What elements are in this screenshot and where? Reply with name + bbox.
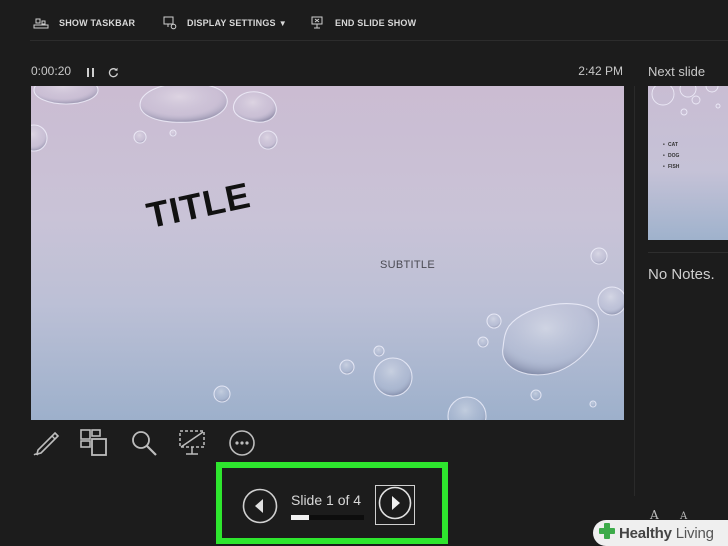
black-screen-button[interactable] (177, 428, 207, 463)
end-show-icon (311, 16, 325, 30)
watermark-text: Healthy Living (619, 525, 714, 542)
slide-progress-bar (291, 515, 364, 520)
watermark-brand-light: Living (675, 524, 714, 542)
display-settings-icon (163, 16, 177, 30)
more-options-icon (227, 428, 257, 463)
pause-icon[interactable] (86, 65, 95, 83)
end-slide-show-label: END SLIDE SHOW (335, 18, 417, 28)
show-taskbar-label: SHOW TASKBAR (59, 18, 136, 28)
display-settings-button[interactable]: DISPLAY SETTINGS ▼ (163, 14, 287, 32)
see-all-slides-button[interactable] (79, 428, 109, 463)
more-options-button[interactable] (227, 428, 257, 463)
next-slide-bullet: CAT (663, 142, 678, 148)
zoom-button[interactable] (129, 430, 159, 460)
water-drops-decoration (31, 86, 624, 420)
next-slide-thumbnail[interactable]: CAT DOG FISH (648, 86, 728, 240)
display-settings-label: DISPLAY SETTINGS (187, 18, 276, 28)
reset-icon[interactable] (108, 65, 119, 83)
prev-arrow-icon (242, 488, 278, 528)
pen-tool-button[interactable] (31, 430, 61, 460)
top-toolbar: SHOW TASKBAR DISPLAY SETTINGS ▼ END SLID… (0, 0, 728, 42)
chevron-down-icon: ▼ (278, 18, 287, 28)
toolbar-divider (30, 40, 728, 41)
black-screen-icon (177, 428, 207, 463)
panel-divider (634, 86, 635, 496)
notes-divider (648, 252, 728, 253)
next-slide-bullet: FISH (663, 164, 680, 170)
taskbar-icon (33, 17, 49, 29)
next-arrow-icon (378, 486, 412, 525)
thumbnail-drops-decoration (651, 86, 721, 116)
watermark-brand-bold: Healthy (619, 524, 672, 542)
plus-logo-icon (598, 522, 616, 545)
next-slide-bullet: DOG (663, 153, 680, 159)
show-taskbar-button[interactable]: SHOW TASKBAR (33, 14, 135, 32)
slide-subtitle: SUBTITLE (380, 259, 435, 271)
slide-progress-fill (291, 515, 310, 520)
slide-navigation: Slide 1 of 4 (216, 462, 448, 544)
elapsed-timer: 0:00:20 (31, 64, 72, 78)
watermark: Healthy Living (593, 520, 728, 546)
current-slide[interactable]: TITLE SUBTITLE (31, 86, 624, 420)
see-all-slides-icon (79, 428, 109, 463)
next-slide-button[interactable] (375, 485, 415, 525)
next-slide-label: Next slide (648, 64, 706, 79)
slide-counter: Slide 1 of 4 (291, 492, 362, 508)
zoom-icon (130, 429, 158, 462)
pen-icon (32, 429, 60, 462)
end-slide-show-button[interactable]: END SLIDE SHOW (311, 14, 416, 32)
current-time: 2:42 PM (578, 64, 623, 78)
speaker-notes: No Notes. (648, 266, 715, 283)
previous-slide-button[interactable] (242, 488, 278, 524)
